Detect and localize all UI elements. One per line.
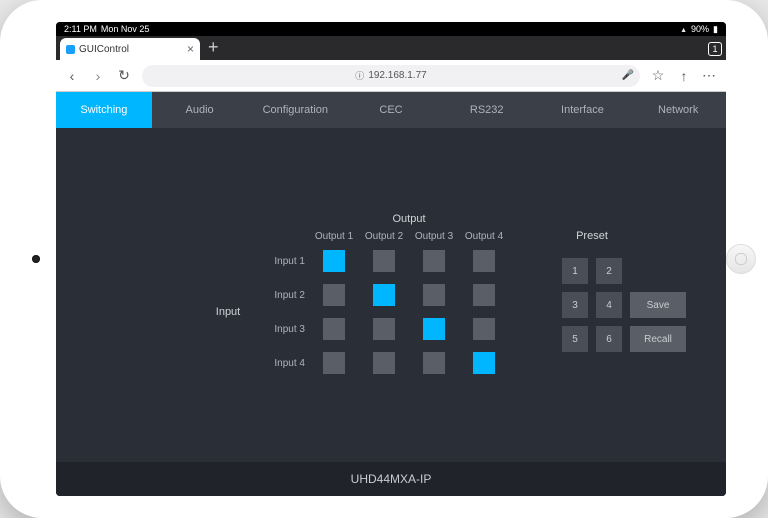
matrix-cell[interactable] bbox=[423, 284, 445, 306]
nav-tab-cec[interactable]: CEC bbox=[343, 92, 439, 128]
input-header: Input 3 bbox=[274, 324, 309, 335]
preset-button[interactable]: 6 bbox=[596, 326, 622, 352]
nav-tab-audio[interactable]: Audio bbox=[152, 92, 248, 128]
share-icon[interactable]: ↑ bbox=[676, 68, 692, 84]
output-header: Output 2 bbox=[365, 231, 403, 242]
tab-count[interactable]: 1 bbox=[708, 42, 722, 56]
matrix-cell[interactable] bbox=[473, 284, 495, 306]
top-nav: SwitchingAudioConfigurationCECRS232Inter… bbox=[56, 92, 726, 128]
status-bar: 2:11 PM Mon Nov 25 90% ▮ bbox=[56, 22, 726, 36]
nav-tab-network[interactable]: Network bbox=[630, 92, 726, 128]
browser-tab[interactable]: GUIControl × bbox=[60, 38, 200, 60]
star-icon[interactable]: ☆ bbox=[650, 67, 666, 84]
preset-save-button[interactable]: Save bbox=[630, 292, 686, 318]
nav-tab-configuration[interactable]: Configuration bbox=[247, 92, 343, 128]
new-tab-button[interactable]: + bbox=[208, 37, 219, 58]
status-time: 2:11 PM bbox=[64, 24, 97, 34]
matrix-cell[interactable] bbox=[423, 352, 445, 374]
matrix-cell[interactable] bbox=[373, 352, 395, 374]
browser-toolbar: ‹ › ↻ ⓘ 192.168.1.77 🎤 ☆ ↑ ⋯ bbox=[56, 60, 726, 92]
nav-tab-interface[interactable]: Interface bbox=[535, 92, 631, 128]
switching-matrix: Output Input Output 1 Output 2 Output 3 Out… bbox=[203, 210, 509, 380]
wifi-icon bbox=[680, 24, 687, 34]
back-icon[interactable]: ‹ bbox=[64, 68, 80, 84]
input-header: Input 4 bbox=[274, 358, 309, 369]
url-text: 192.168.1.77 bbox=[368, 70, 426, 81]
matrix-cell[interactable] bbox=[323, 284, 345, 306]
matrix-cell[interactable] bbox=[423, 318, 445, 340]
device-home-button[interactable] bbox=[726, 244, 756, 274]
preset-button[interactable]: 5 bbox=[562, 326, 588, 352]
tab-favicon bbox=[66, 45, 75, 54]
device-camera bbox=[32, 255, 40, 263]
preset-button[interactable]: 2 bbox=[596, 258, 622, 284]
preset-title: Preset bbox=[562, 230, 622, 242]
input-header: Input 1 bbox=[274, 256, 309, 267]
input-header: Input 2 bbox=[274, 290, 309, 301]
mic-icon[interactable]: 🎤 bbox=[622, 70, 634, 81]
matrix-cell[interactable] bbox=[473, 318, 495, 340]
output-header: Output 1 bbox=[315, 231, 353, 242]
status-battery: 90% bbox=[691, 24, 709, 34]
matrix-cell[interactable] bbox=[323, 352, 345, 374]
matrix-cell[interactable] bbox=[373, 284, 395, 306]
preset-button[interactable]: 1 bbox=[562, 258, 588, 284]
tab-title: GUIControl bbox=[79, 44, 129, 55]
model-label: UHD44MXA-IP bbox=[351, 472, 432, 486]
output-header: Output 3 bbox=[415, 231, 453, 242]
main-panel: Output Input Output 1 Output 2 Output 3 Out… bbox=[56, 128, 726, 462]
tablet-frame: 2:11 PM Mon Nov 25 90% ▮ GUIControl × + … bbox=[0, 0, 768, 518]
matrix-cell[interactable] bbox=[473, 352, 495, 374]
status-date: Mon Nov 25 bbox=[101, 24, 150, 34]
forward-icon: › bbox=[90, 68, 106, 84]
reload-icon[interactable]: ↻ bbox=[116, 67, 132, 84]
matrix-cell[interactable] bbox=[373, 250, 395, 272]
matrix-cell[interactable] bbox=[423, 250, 445, 272]
preset-recall-button[interactable]: Recall bbox=[630, 326, 686, 352]
matrix-cell[interactable] bbox=[323, 318, 345, 340]
input-title: Input bbox=[216, 306, 240, 318]
screen: 2:11 PM Mon Nov 25 90% ▮ GUIControl × + … bbox=[56, 22, 726, 496]
matrix-cell[interactable] bbox=[323, 250, 345, 272]
url-box[interactable]: ⓘ 192.168.1.77 🎤 bbox=[142, 65, 640, 87]
output-title: Output bbox=[392, 213, 425, 225]
browser-tab-strip: GUIControl × + 1 bbox=[56, 36, 726, 60]
output-header: Output 4 bbox=[465, 231, 503, 242]
matrix-cell[interactable] bbox=[373, 318, 395, 340]
footer: UHD44MXA-IP bbox=[56, 462, 726, 496]
battery-icon: ▮ bbox=[713, 24, 718, 35]
close-icon[interactable]: × bbox=[187, 42, 194, 56]
preset-button[interactable]: 4 bbox=[596, 292, 622, 318]
more-icon[interactable]: ⋯ bbox=[702, 67, 718, 84]
app-body: SwitchingAudioConfigurationCECRS232Inter… bbox=[56, 92, 726, 496]
nav-tab-switching[interactable]: Switching bbox=[56, 92, 152, 128]
info-icon: ⓘ bbox=[355, 69, 364, 82]
nav-tab-rs232[interactable]: RS232 bbox=[439, 92, 535, 128]
matrix-cell[interactable] bbox=[473, 250, 495, 272]
preset-button[interactable]: 3 bbox=[562, 292, 588, 318]
preset-panel: Preset 1234 Save 56 Recall bbox=[562, 224, 686, 352]
